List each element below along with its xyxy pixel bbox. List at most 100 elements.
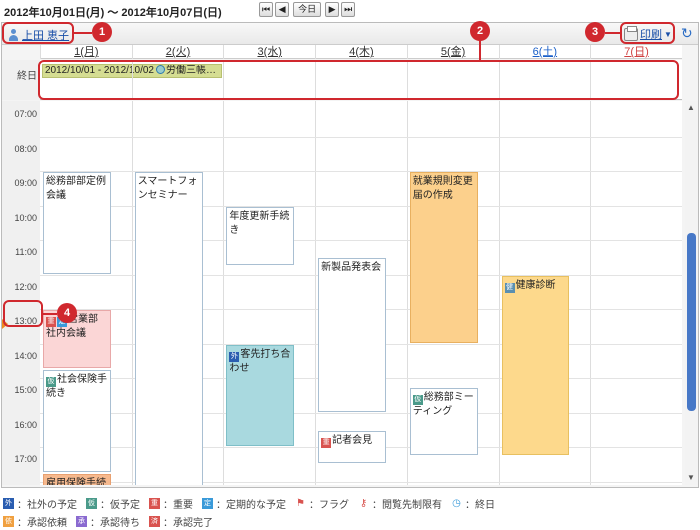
time-column: 07:00 08:00 09:00 10:00 11:00 12:00 13:00 14:00…	[2, 101, 40, 485]
event-tag-icon: 重	[321, 437, 332, 448]
event-title: 総務部部定例会議	[46, 176, 106, 201]
time-grid[interactable]: 07:00 08:00 09:00 10:00 11:00 12:00 13:00 14:00…	[2, 101, 682, 485]
legend-item: 承：承認待ち	[76, 514, 140, 529]
day-header-3[interactable]: 3(水)	[223, 45, 315, 59]
callout-1-box	[2, 22, 74, 44]
vertical-scrollbar[interactable]: ▲ ▼	[685, 101, 698, 485]
day-column-divider	[315, 101, 317, 485]
callout-4-badge: 4	[57, 303, 77, 323]
day-header-2[interactable]: 2(火)	[131, 45, 224, 59]
calendar-event[interactable]: 健健康診断	[501, 275, 570, 455]
legend-row-1: 外：社外の予定仮：仮予定重：重要定：定期的な予定 ⚑ ：フラグ ⚷ ：閲覧先制限有 ◷ ：終…	[0, 494, 700, 512]
event-title: 年度更新手続き	[229, 210, 290, 236]
calendar-event[interactable]: 新製品発表会	[318, 258, 386, 412]
legend: 外：社外の予定仮：仮予定重：重要定：定期的な予定 ⚑ ：フラグ ⚷ ：閲覧先制限有 ◷ ：終…	[0, 494, 700, 530]
day-header-4[interactable]: 4(木)	[315, 45, 407, 59]
callout-3-line	[605, 32, 620, 34]
hour-label: 07:00	[14, 109, 37, 119]
legend-item: 外：社外の予定	[3, 496, 77, 511]
hour-label: 09:00	[14, 178, 37, 188]
legend-label: ：重要	[163, 499, 193, 511]
day-header-1[interactable]: 1(月)	[40, 45, 132, 59]
legend-item: 定：定期的な予定	[202, 496, 286, 511]
legend-label: ：社外の予定	[17, 499, 77, 511]
day-column-divider	[131, 101, 133, 485]
calendar-event[interactable]: 雇用保険手続	[43, 473, 111, 485]
day-header-6[interactable]: 6(土)	[498, 45, 591, 59]
legend-tag-icon: 重	[149, 497, 160, 509]
date-bar: 2012年10月01日(月) 〜 2012年10月07日(日) ⏮ ◀ 今日 ▶…	[0, 0, 700, 20]
day-header-7[interactable]: 7(日)	[590, 45, 682, 59]
calendar-event[interactable]: 外客先打ち合わせ	[226, 344, 295, 446]
legend-label: ：承認依頼	[17, 517, 67, 529]
legend-item: 依：承認依頼	[3, 514, 67, 529]
refresh-icon[interactable]: ↻	[681, 25, 693, 42]
day-column-divider	[223, 101, 225, 485]
event-title: 健康診断	[515, 279, 556, 291]
event-title: 雇用保険手続	[46, 477, 106, 485]
calendar-event[interactable]: 総務部部定例会議	[43, 172, 111, 274]
legend-item: 重：重要	[149, 496, 193, 511]
legend-label: ：承認待ち	[90, 517, 140, 529]
legend-tag-icon: 承	[76, 515, 87, 527]
calendar-event[interactable]: 就業規則変更届の作成	[409, 172, 478, 343]
event-tag-icon: 仮	[46, 377, 56, 388]
callout-4-box	[3, 300, 43, 327]
scroll-down-arrow[interactable]: ▼	[687, 473, 695, 482]
legend-label: ：定期的な予定	[216, 499, 286, 511]
allday-label: 終日	[2, 60, 40, 100]
callout-4-line	[43, 313, 57, 315]
legend-tag-icon: 済	[149, 515, 160, 527]
scroll-up-arrow[interactable]: ▲	[687, 103, 695, 112]
callout-1-badge: 1	[92, 22, 112, 42]
calendar-event[interactable]: 重記者会見	[318, 430, 386, 464]
day-column-divider	[406, 101, 408, 485]
flag-icon: ⚑	[296, 497, 305, 509]
calendar-event[interactable]: 年度更新手続き	[226, 206, 295, 265]
day-header-5[interactable]: 5(金)	[406, 45, 499, 59]
legend-label: ：承認完了	[163, 517, 213, 529]
hour-label: 12:00	[14, 281, 37, 292]
day-column-divider	[498, 101, 500, 485]
hour-label: 11:00	[15, 247, 37, 257]
last-week-button[interactable]: ⏭	[341, 2, 356, 17]
event-title: 記者会見	[332, 434, 373, 446]
legend-tag-icon: 定	[202, 497, 213, 509]
key-icon: ⚷	[359, 497, 368, 509]
hour-gridline	[40, 136, 682, 138]
calendar-event[interactable]: 重定営業部社内会議	[43, 310, 111, 369]
legend-item: 済：承認完了	[149, 514, 213, 529]
calendar-event[interactable]: 仮総務部ミーティング	[409, 387, 478, 455]
callout-2-line	[479, 40, 481, 60]
legend-label: ：仮予定	[100, 499, 140, 511]
next-week-button[interactable]: ▶	[325, 2, 340, 17]
event-tag-icon: 重	[46, 317, 56, 327]
hour-label: 15:00	[14, 385, 37, 395]
day-header-row: 1(月) 2(火) 3(水) 4(木) 5(金) 6(土) 7(日)	[40, 45, 682, 59]
callout-2-box	[38, 60, 679, 100]
calendar-event[interactable]: スマートフォンセミナー	[134, 172, 203, 485]
event-title: 就業規則変更届の作成	[412, 176, 473, 201]
legend-tag-icon: 外	[3, 497, 14, 509]
legend-item: ⚷ ：閲覧先制限有	[358, 496, 442, 511]
prev-week-button[interactable]: ◀	[275, 2, 290, 17]
hour-label: 16:00	[14, 419, 37, 430]
legend-row-2: 依：承認依頼承：承認待ち済：承認完了	[0, 512, 700, 530]
callout-1-line	[74, 32, 92, 34]
today-button[interactable]: 今日	[293, 2, 322, 17]
legend-tag-icon: 依	[3, 515, 14, 527]
scroll-thumb[interactable]	[687, 233, 696, 411]
date-range: 2012年10月01日(月) 〜 2012年10月07日(日)	[4, 7, 222, 19]
event-tag-icon: 仮	[412, 394, 423, 405]
event-tag-icon: 外	[229, 351, 240, 362]
hour-label: 17:00	[14, 454, 37, 464]
hour-label: 10:00	[14, 212, 37, 223]
event-title: 新製品発表会	[321, 262, 382, 274]
legend-item: ⚑ ：フラグ	[295, 496, 349, 511]
legend-item: 仮：仮予定	[86, 496, 140, 511]
first-week-button[interactable]: ⏮	[259, 2, 274, 17]
calendar-event[interactable]: 仮社会保険手続き	[43, 370, 111, 472]
legend-item: ◷ ：終日	[451, 496, 495, 511]
legend-tag-icon: 仮	[86, 497, 97, 509]
callout-3-badge: 3	[585, 22, 605, 42]
